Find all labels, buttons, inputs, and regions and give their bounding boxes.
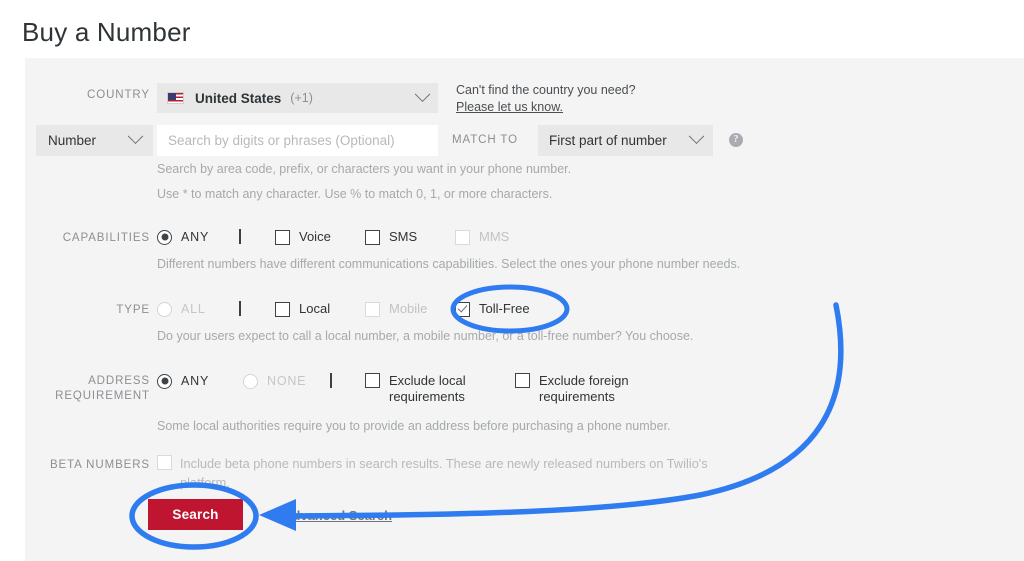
- country-help-block: Can't find the country you need? Please …: [456, 82, 636, 116]
- question-mark-icon[interactable]: ?: [729, 133, 743, 147]
- exclude-local-requirements-label: Exclude local requirements: [389, 373, 466, 404]
- radio-icon: [157, 373, 172, 389]
- chevron-down-icon: [688, 128, 705, 145]
- search-hint-1: Search by area code, prefix, or characte…: [157, 162, 572, 176]
- capability-sms-label: SMS: [389, 229, 418, 244]
- match-to-label: MATCH TO: [452, 134, 518, 146]
- divider: [239, 301, 241, 316]
- capability-mms-checkbox: MMS: [455, 229, 509, 245]
- beta-numbers-checkbox[interactable]: [157, 455, 172, 470]
- address-requirement-label-line1: ADDRESS: [88, 375, 150, 387]
- advanced-search-link[interactable]: Advanced Search: [283, 508, 392, 523]
- divider: [239, 229, 241, 244]
- type-mobile-checkbox: Mobile: [365, 301, 427, 317]
- type-label: TYPE: [116, 304, 150, 316]
- chevron-down-icon: [127, 128, 144, 145]
- capability-sms-checkbox[interactable]: SMS: [365, 229, 417, 245]
- capability-voice-checkbox[interactable]: Voice: [275, 229, 331, 245]
- match-to-select[interactable]: First part of number: [538, 125, 713, 156]
- address-any-radio[interactable]: ANY: [157, 373, 209, 389]
- country-select[interactable]: United States (+1): [157, 83, 438, 113]
- country-help-question: Can't find the country you need?: [456, 83, 636, 97]
- capabilities-any-label: ANY: [181, 230, 210, 244]
- capability-voice-label: Voice: [299, 229, 331, 244]
- beta-numbers-text: Include beta phone numbers in search res…: [180, 456, 708, 490]
- search-type-value: Number: [48, 133, 97, 148]
- checkbox-icon: [275, 301, 290, 317]
- capabilities-label: CAPABILITIES: [62, 232, 150, 244]
- checkbox-icon: [515, 373, 530, 388]
- type-all-radio[interactable]: ALL: [157, 301, 206, 317]
- address-requirement-label-line2: REQUIREMENT: [55, 390, 150, 402]
- checkbox-icon: [455, 229, 470, 245]
- divider: [330, 373, 332, 388]
- capabilities-any-radio[interactable]: ANY: [157, 229, 209, 245]
- checkbox-icon: [455, 301, 470, 317]
- country-help-link[interactable]: Please let us know.: [456, 100, 563, 114]
- address-none-label: NONE: [267, 374, 307, 388]
- search-hint-2: Use * to match any character. Use % to m…: [157, 187, 553, 201]
- radio-icon: [157, 229, 172, 245]
- country-select-value: United States: [195, 90, 282, 106]
- radio-icon: [157, 301, 172, 317]
- checkbox-icon: [157, 455, 172, 470]
- search-form-panel: COUNTRY United States (+1) Can't find th…: [25, 58, 1024, 561]
- search-type-select[interactable]: Number: [36, 125, 153, 156]
- search-button[interactable]: Search: [148, 499, 243, 530]
- type-toll-free-label: Toll-Free: [479, 301, 530, 316]
- type-local-checkbox[interactable]: Local: [275, 301, 330, 317]
- us-flag-icon: [167, 92, 184, 104]
- type-mobile-label: Mobile: [389, 301, 428, 316]
- buy-a-number-screen: Buy a Number COUNTRY United States (+1) …: [0, 0, 1024, 561]
- country-label: COUNTRY: [87, 89, 150, 101]
- type-all-label: ALL: [181, 302, 206, 316]
- address-any-label: ANY: [181, 374, 210, 388]
- search-input[interactable]: [157, 125, 438, 156]
- checkbox-icon: [275, 229, 290, 245]
- exclude-local-requirements-checkbox[interactable]: Exclude local requirements: [365, 373, 480, 405]
- checkbox-icon: [365, 301, 380, 317]
- exclude-foreign-requirements-checkbox[interactable]: Exclude foreign requirements: [515, 373, 635, 405]
- match-to-value: First part of number: [549, 133, 667, 148]
- address-none-radio[interactable]: NONE: [243, 373, 306, 389]
- radio-icon: [243, 373, 258, 389]
- type-hint: Do your users expect to call a local num…: [157, 329, 694, 343]
- country-dial-code: (+1): [290, 91, 313, 105]
- capability-mms-label: MMS: [479, 229, 510, 244]
- capabilities-hint: Different numbers have different communi…: [157, 257, 741, 271]
- type-toll-free-checkbox[interactable]: Toll-Free: [455, 301, 530, 317]
- beta-numbers-label: BETA NUMBERS: [49, 459, 150, 471]
- chevron-down-icon: [414, 85, 431, 102]
- page-title: Buy a Number: [22, 17, 191, 47]
- checkbox-icon: [365, 229, 380, 245]
- type-local-label: Local: [299, 301, 331, 316]
- checkbox-icon: [365, 373, 380, 388]
- address-requirement-hint: Some local authorities require you to pr…: [157, 419, 671, 433]
- exclude-foreign-requirements-label: Exclude foreign requirements: [539, 373, 629, 404]
